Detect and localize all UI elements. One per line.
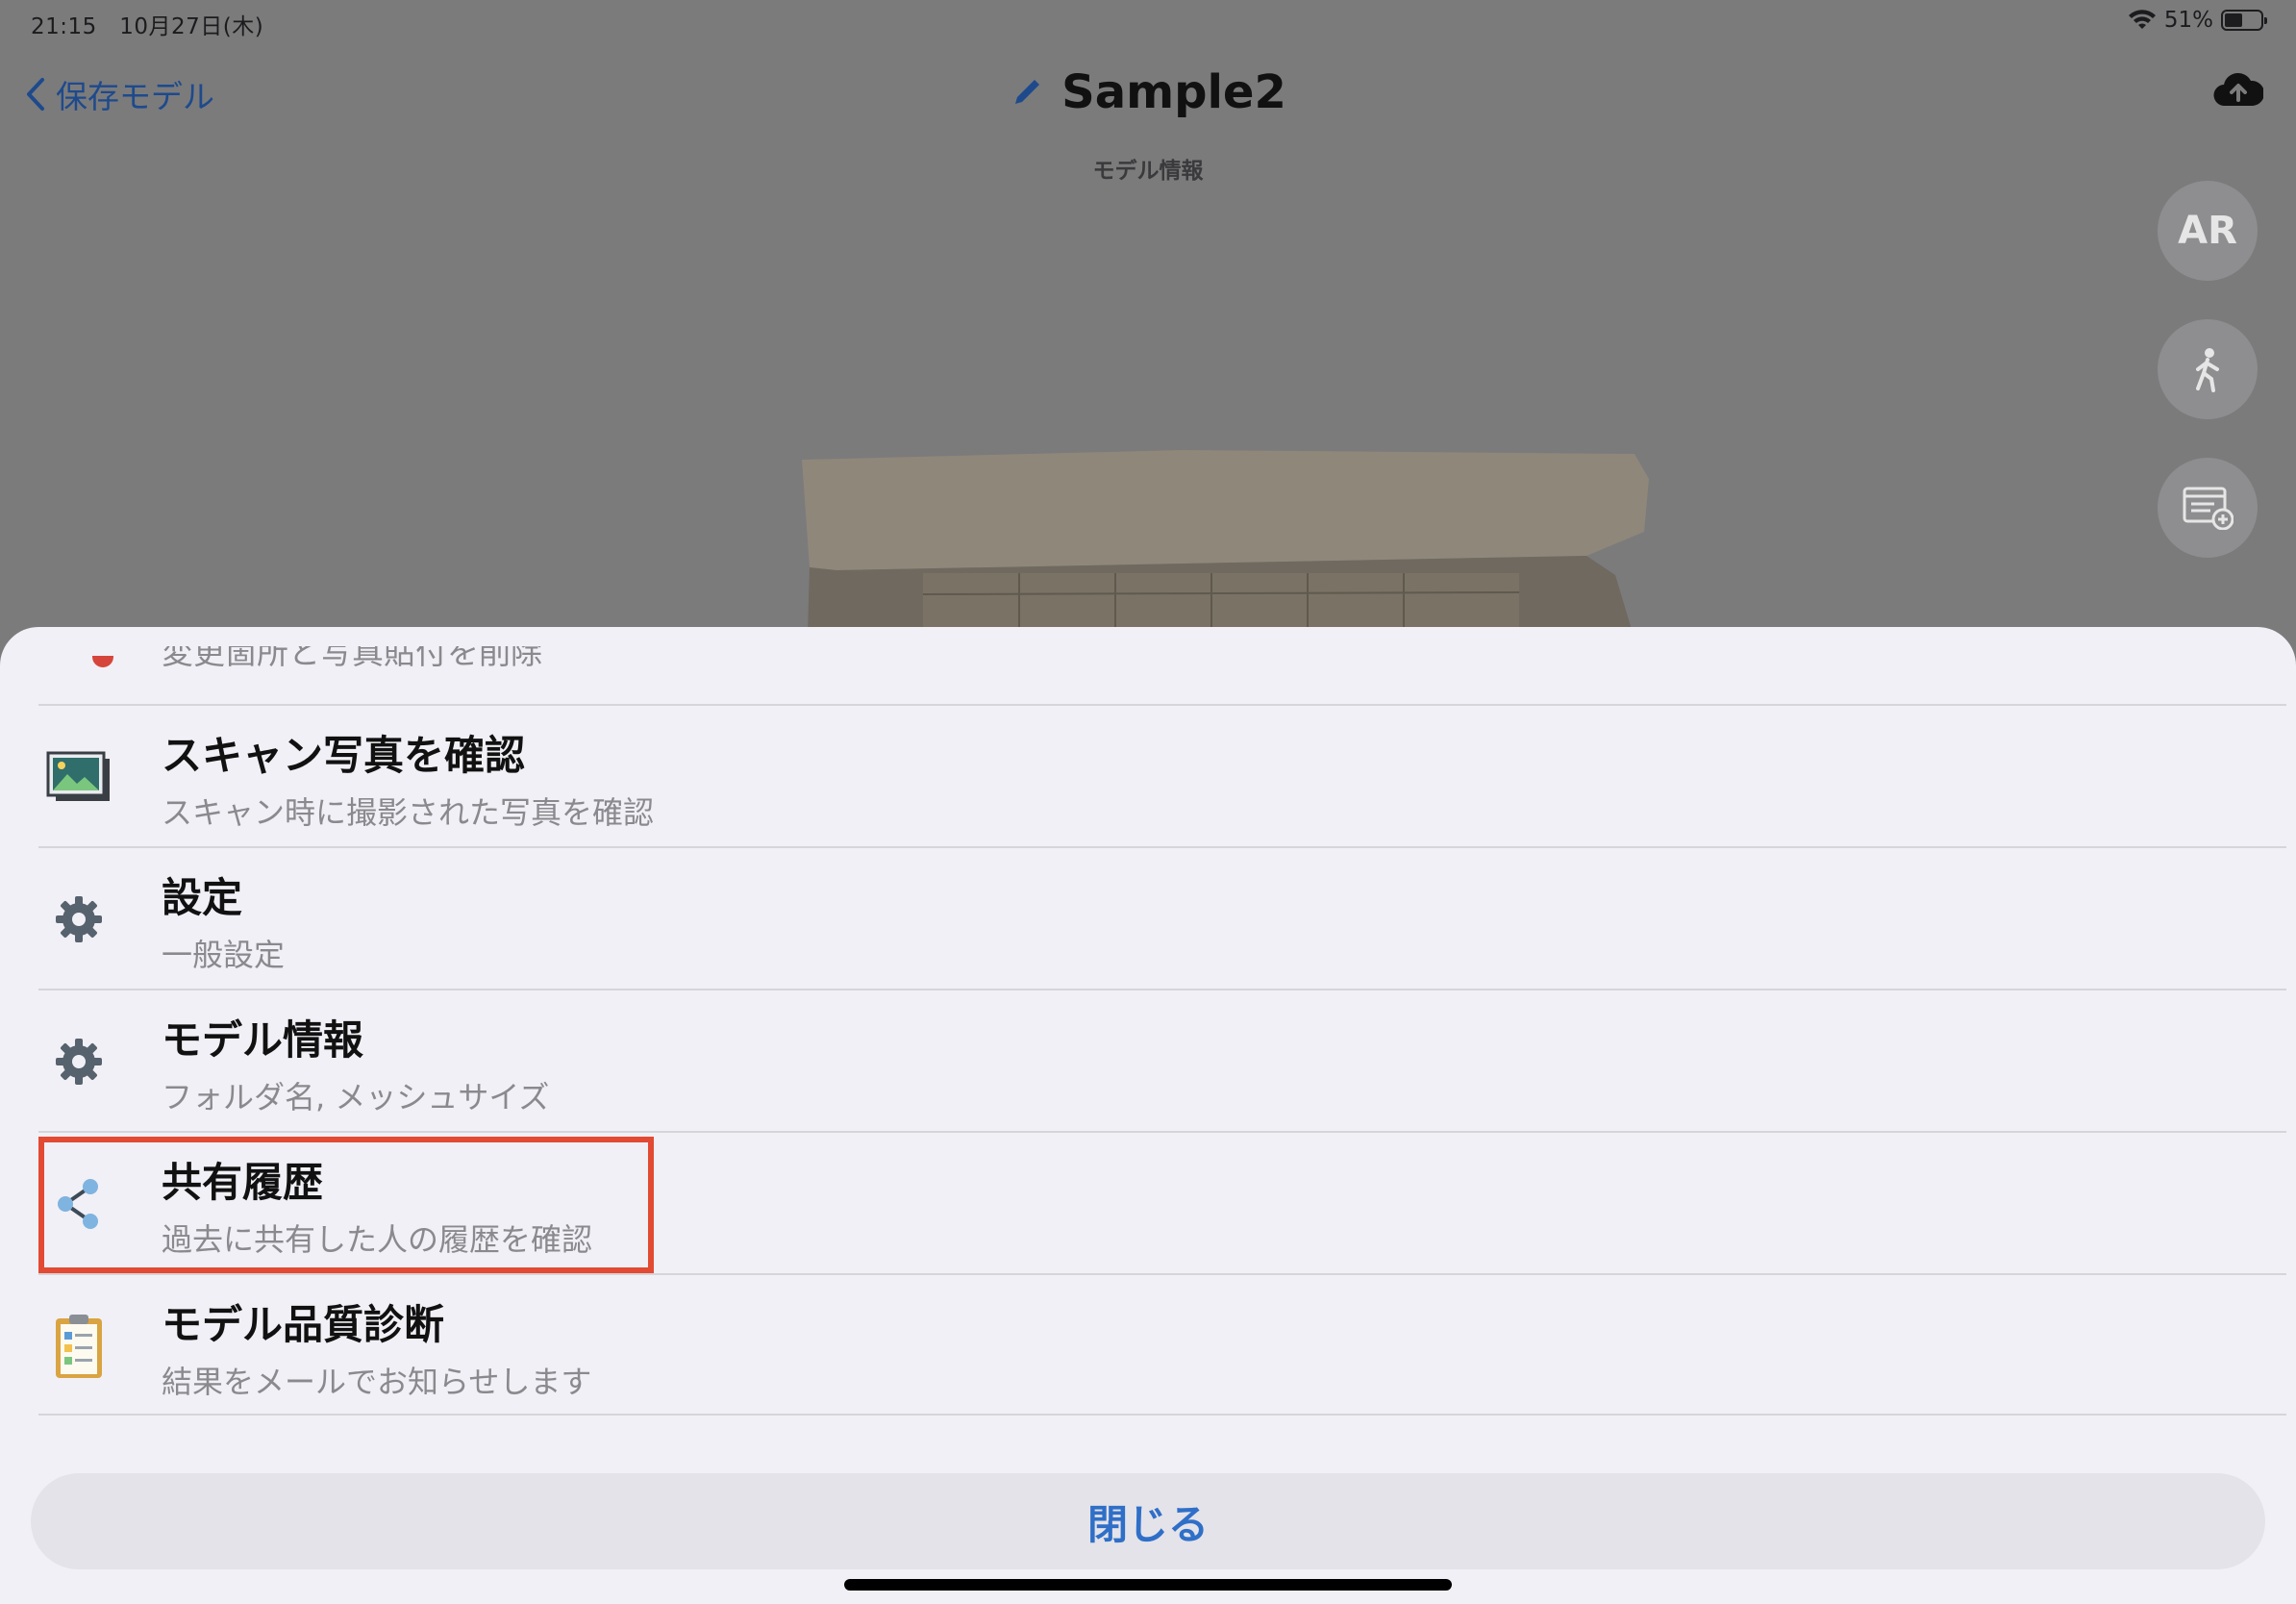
- document-add-icon: [2183, 487, 2234, 530]
- date-text: 10月27日(木): [119, 14, 264, 39]
- walk-mode-button[interactable]: [2158, 319, 2258, 419]
- home-indicator[interactable]: [844, 1579, 1452, 1591]
- cloud-upload-button[interactable]: [2213, 69, 2265, 112]
- page-title[interactable]: Sample2: [1061, 65, 1286, 119]
- clock-text: 21:15: [31, 14, 97, 39]
- battery-percent: 51%: [2163, 8, 2213, 33]
- action-sheet: 変更箇所と写真貼付を削除 スキャン写真を確認 スキャン時に撮影された写真を確認: [0, 627, 2296, 1604]
- annotation-highlight-box: [38, 1137, 654, 1273]
- photo-icon: [44, 748, 113, 806]
- ar-label: AR: [2178, 209, 2237, 253]
- clipboard-icon: [44, 1315, 113, 1378]
- status-time: 21:15 10月27日(木): [31, 8, 263, 40]
- menu-item-title: モデル品質診断: [162, 1301, 445, 1348]
- gear-icon: [44, 1033, 113, 1090]
- app-screen: 21:15 10月27日(木) 51% 保存モデル Sample2 モデル情報 …: [0, 0, 2296, 1604]
- pencil-icon[interactable]: [1010, 75, 1044, 110]
- gear-icon: [44, 890, 113, 948]
- title-area: Sample2: [0, 65, 2296, 119]
- menu-item-subtitle: スキャン時に撮影された写真を確認: [162, 794, 655, 831]
- menu-list: スキャン写真を確認 スキャン時に撮影された写真を確認 設定 一般設定 モデル情報…: [38, 704, 2286, 1416]
- menu-item-quality-check[interactable]: モデル品質診断 結果をメールでお知らせします: [38, 1273, 2286, 1416]
- delete-icon: [92, 656, 113, 667]
- menu-item-title: スキャン写真を確認: [162, 732, 526, 779]
- menu-item-subtitle: フォルダ名, メッシュサイズ: [162, 1079, 550, 1115]
- menu-item-scan-photos[interactable]: スキャン写真を確認 スキャン時に撮影された写真を確認: [38, 704, 2286, 846]
- menu-item-title: モデル情報: [162, 1016, 364, 1064]
- 3d-model-preview[interactable]: [798, 450, 1663, 633]
- wifi-icon: [2128, 10, 2156, 29]
- page-subtitle: モデル情報: [1092, 159, 1204, 184]
- menu-item-subtitle: 一般設定: [162, 937, 286, 973]
- status-indicators: 51%: [2128, 8, 2267, 33]
- menu-item-settings[interactable]: 設定 一般設定: [38, 846, 2286, 989]
- close-button[interactable]: 閉じる: [31, 1473, 2265, 1569]
- menu-item-title: 設定: [162, 874, 243, 921]
- menu-item-subtitle: 結果をメールでお知らせします: [162, 1364, 592, 1400]
- partial-menu-item[interactable]: 変更箇所と写真貼付を削除: [162, 646, 542, 671]
- cloud-upload-icon: [2213, 72, 2265, 107]
- ar-button[interactable]: AR: [2158, 181, 2258, 281]
- menu-item-model-info[interactable]: モデル情報 フォルダ名, メッシュサイズ: [38, 989, 2286, 1131]
- add-note-button[interactable]: [2158, 458, 2258, 558]
- battery-icon: [2221, 10, 2267, 31]
- walking-person-icon: [2196, 348, 2219, 392]
